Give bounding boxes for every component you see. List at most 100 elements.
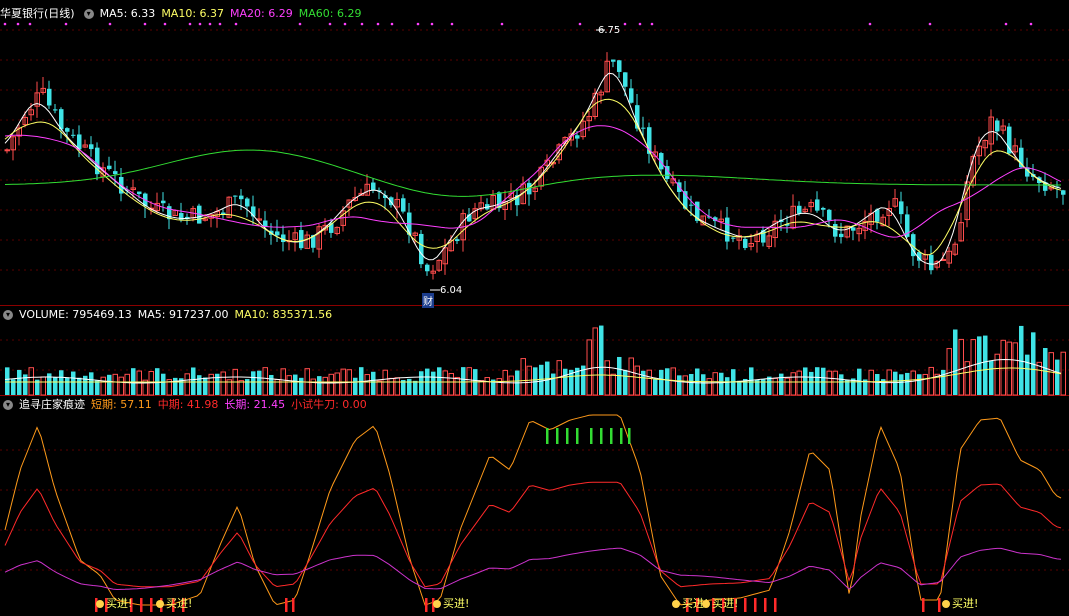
volume-bar [262,367,268,396]
low-price-marker: 6.04 [440,285,463,296]
buy-signal-bar [774,598,777,612]
volume-bar [293,374,298,395]
volume-bar [905,372,910,395]
candle-body [995,120,1000,132]
candle-body [89,144,94,150]
signal-dot [163,22,167,26]
candle-body [4,149,10,152]
volume-bar [977,336,982,395]
volume-bar [796,370,802,396]
candle-body [455,239,460,242]
volume-bar [353,377,358,395]
volume-bar [394,377,400,396]
candle-body [113,171,118,175]
candle-body [629,88,634,103]
buy-signal-bar [285,598,288,612]
sell-signal-bar [566,428,569,444]
volume-bar [317,376,322,395]
volume-bar [623,369,628,395]
volume-bar [737,380,742,395]
volume-bar [191,367,196,395]
volume-bar [299,377,304,395]
volume-bar [203,377,208,395]
candle-body [425,264,430,272]
signal-dot [3,22,7,26]
volume-bar [899,374,904,395]
volume-bar [407,378,412,395]
signal-dot [430,22,434,26]
volume-bar [238,380,244,396]
buy-signal-bar [425,598,428,612]
buy-marker-icon [433,600,441,608]
earnings-event-tag[interactable]: 财 [422,293,434,308]
volume-bar [910,370,916,396]
buy-signal-text: 买进! [712,597,738,610]
candle-body [797,205,802,214]
volume-bar [1048,352,1054,396]
volume-bar [719,372,724,395]
candle-body [815,199,820,211]
high-price-marker: 6.75 [598,25,621,36]
signal-dot [500,22,504,26]
sell-signal-bar [610,428,613,444]
signal-dot [198,22,202,26]
signal-dot [64,22,68,26]
volume-bar [821,367,826,395]
candle-body [71,134,76,136]
volume-bar [1060,351,1066,396]
volume-bar [269,374,274,395]
buy-signal-bar [922,598,925,612]
volume-bar [173,377,178,395]
volume-bar [508,375,514,396]
candle-body [1007,126,1012,154]
volume-bar [334,372,340,396]
volume-bar [419,371,424,395]
volume-bar [868,369,874,396]
volume-bar [784,377,790,396]
candle-body [53,109,58,111]
volume-bar [599,325,604,395]
signal-dot [16,22,20,26]
signal-dot [650,22,654,26]
signal-dot [28,22,32,26]
candle-body [65,128,70,132]
volume-bar [28,367,34,396]
volume-bar [790,372,796,396]
volume-bar [442,370,448,396]
volume-bar [706,378,712,396]
sell-signal-bar [546,428,549,444]
buy-marker-icon [96,600,104,608]
volume-bar [1006,341,1012,396]
volume-bar [40,376,46,396]
candle-body [239,195,244,200]
volume-bar [941,369,946,395]
volume-bar [958,338,964,396]
candle-body [281,234,286,243]
volume-bar [520,358,526,396]
volume-bar [712,372,718,396]
candle-body [875,209,880,222]
buy-signal-text: 买进! [952,597,978,610]
candle-body [731,237,736,239]
kline-chart[interactable]: 买进! 买进! 买进! 买进! 买进! 买进! [0,0,1069,616]
candle-body [179,213,184,221]
candle-body [299,230,304,249]
volume-bar [328,373,334,396]
candle-body [851,227,856,231]
volume-bar [437,367,442,395]
volume-bar [604,360,610,396]
signal-dot [928,22,932,26]
volume-bar [286,375,292,396]
volume-bar [77,377,82,395]
volume-bar [677,375,682,395]
volume-bar [815,367,820,395]
volume-bar [563,368,568,395]
volume-bar [118,376,124,396]
volume-bar [53,377,58,395]
volume-bar [382,369,388,396]
volume-bar [5,367,10,395]
volume-bar [917,374,922,395]
candle-body [929,254,934,271]
volume-bar [1012,342,1018,396]
signal-dot [108,22,112,26]
